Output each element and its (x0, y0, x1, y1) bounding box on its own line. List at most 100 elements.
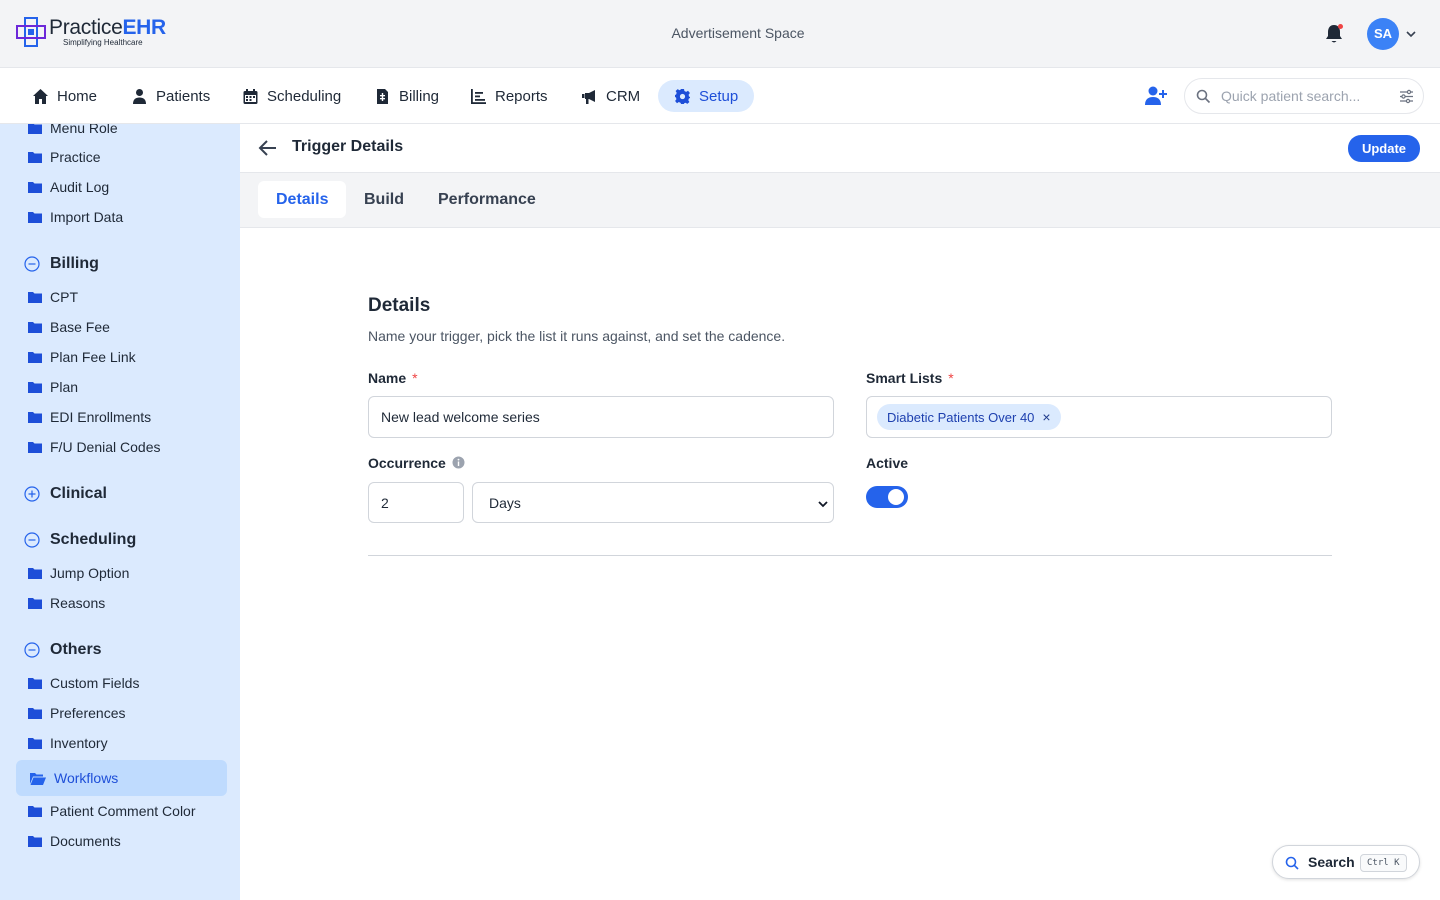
sidebar-item-cpt[interactable]: CPT (28, 287, 78, 307)
sidebar-item-patient-comment-color[interactable]: Patient Comment Color (28, 801, 196, 821)
folder-icon (28, 738, 42, 749)
search-label: Search (1308, 854, 1355, 870)
folder-icon (28, 352, 42, 363)
smart-lists-field[interactable]: Diabetic Patients Over 40 × (866, 396, 1332, 438)
form-divider (368, 555, 1332, 556)
folder-icon (28, 598, 42, 609)
sidebar-item-plan-fee-link[interactable]: Plan Fee Link (28, 347, 136, 367)
sidebar-group-clinical[interactable]: Clinical (24, 483, 107, 505)
sidebar-item-label: Plan Fee Link (50, 349, 136, 365)
sidebar-item-workflows[interactable]: Workflows (16, 760, 227, 796)
home-icon (33, 88, 48, 104)
collapse-circle-icon (24, 642, 40, 658)
sidebar-item-audit-log[interactable]: Audit Log (28, 177, 109, 197)
reports-icon (471, 88, 486, 104)
gear-icon (675, 88, 690, 104)
sidebar-item-jump-option[interactable]: Jump Option (28, 563, 129, 583)
folder-icon (28, 708, 42, 719)
sidebar-item-label: Workflows (54, 770, 119, 786)
occurrence-unit-select[interactable]: Days (472, 482, 834, 523)
sidebar-item-fu-denial-codes[interactable]: F/U Denial Codes (28, 437, 161, 457)
filter-sliders-icon[interactable] (1399, 89, 1414, 104)
sidebar-group-scheduling[interactable]: Scheduling (24, 529, 136, 551)
patients-icon (133, 88, 146, 104)
folder-icon (28, 322, 42, 333)
sidebar-group-label: Billing (50, 255, 99, 272)
sidebar-item-edi-enrollments[interactable]: EDI Enrollments (28, 407, 151, 427)
sidebar-group-billing[interactable]: Billing (24, 253, 99, 275)
sidebar-item-practice[interactable]: Practice (28, 147, 101, 167)
search-icon (1196, 89, 1211, 104)
tab-performance[interactable]: Performance (420, 181, 554, 218)
folder-icon (28, 806, 42, 817)
setup-sidebar: Menu Role Practice Audit Log Import Data… (0, 124, 240, 900)
sidebar-item-inventory[interactable]: Inventory (28, 733, 108, 753)
sidebar-group-label: Clinical (50, 485, 107, 502)
sidebar-item-menu-role[interactable]: Menu Role (28, 124, 118, 138)
nav-crm[interactable]: CRM (565, 80, 656, 112)
folder-icon (28, 292, 42, 303)
nav-setup-label: Setup (699, 87, 739, 105)
occurrence-number-field[interactable] (368, 482, 464, 523)
keyboard-shortcut: Ctrl K (1360, 854, 1407, 872)
nav-setup[interactable]: Setup (658, 80, 755, 112)
add-patient-icon[interactable] (1144, 85, 1168, 107)
remove-chip-icon[interactable]: × (1042, 409, 1050, 425)
sidebar-item-import-data[interactable]: Import Data (28, 207, 123, 227)
active-toggle[interactable] (866, 486, 908, 508)
tab-details[interactable]: Details (258, 181, 347, 218)
sidebar-item-documents[interactable]: Documents (28, 831, 121, 851)
sidebar-item-label: Audit Log (50, 179, 110, 195)
billing-icon (377, 88, 388, 104)
sidebar-group-others[interactable]: Others (24, 639, 102, 661)
user-avatar[interactable]: SA (1367, 18, 1399, 50)
sidebar-item-label: Base Fee (50, 319, 110, 335)
smart-lists-label: Smart Lists * (866, 370, 954, 386)
collapse-circle-icon (24, 532, 40, 548)
info-icon[interactable] (452, 456, 465, 469)
sidebar-item-label: Patient Comment Color (50, 803, 196, 819)
sidebar-item-label: Inventory (50, 735, 108, 751)
tab-build[interactable]: Build (346, 181, 422, 218)
back-arrow-icon[interactable] (258, 139, 278, 157)
nav-home[interactable]: Home (16, 80, 113, 112)
sidebar-item-label: Reasons (50, 595, 106, 611)
folder-icon (28, 442, 42, 453)
sidebar-item-base-fee[interactable]: Base Fee (28, 317, 110, 337)
page-title: Trigger Details (292, 138, 404, 155)
nav-billing-label: Billing (399, 87, 440, 105)
sidebar-item-label: Jump Option (50, 565, 130, 581)
sidebar-item-label: EDI Enrollments (50, 409, 152, 425)
nav-reports-label: Reports (495, 87, 548, 105)
folder-icon (28, 412, 42, 423)
update-button[interactable]: Update (1348, 135, 1420, 162)
sidebar-item-custom-fields[interactable]: Custom Fields (28, 673, 139, 693)
nav-reports[interactable]: Reports (454, 80, 564, 112)
expand-circle-icon (24, 486, 40, 502)
occurrence-number-input[interactable] (369, 483, 463, 522)
sidebar-item-label: Documents (50, 833, 121, 849)
global-search-button[interactable]: Search Ctrl K (1272, 845, 1420, 879)
nav-scheduling[interactable]: Scheduling (226, 80, 357, 112)
occurrence-unit-value: Days (489, 495, 521, 511)
sidebar-group-label: Others (50, 641, 102, 658)
advertisement-space: Advertisement Space (671, 25, 805, 41)
name-input[interactable] (369, 397, 833, 437)
folder-icon (28, 124, 42, 134)
sidebar-group-label: Scheduling (50, 531, 137, 548)
required-marker: * (948, 370, 954, 386)
name-field[interactable] (368, 396, 834, 438)
chevron-down-icon[interactable] (1404, 27, 1418, 41)
quick-patient-search[interactable] (1184, 78, 1424, 114)
nav-crm-label: CRM (606, 87, 641, 105)
sidebar-item-reasons[interactable]: Reasons (28, 593, 105, 613)
required-marker: * (412, 370, 418, 386)
sidebar-item-plan[interactable]: Plan (28, 377, 78, 397)
nav-billing[interactable]: Billing (358, 80, 455, 112)
nav-home-label: Home (57, 87, 98, 105)
quick-search-input[interactable] (1221, 79, 1391, 113)
sidebar-item-label: Plan (50, 379, 79, 395)
nav-scheduling-label: Scheduling (267, 87, 342, 105)
sidebar-item-preferences[interactable]: Preferences (28, 703, 125, 723)
nav-patients[interactable]: Patients (115, 80, 226, 112)
